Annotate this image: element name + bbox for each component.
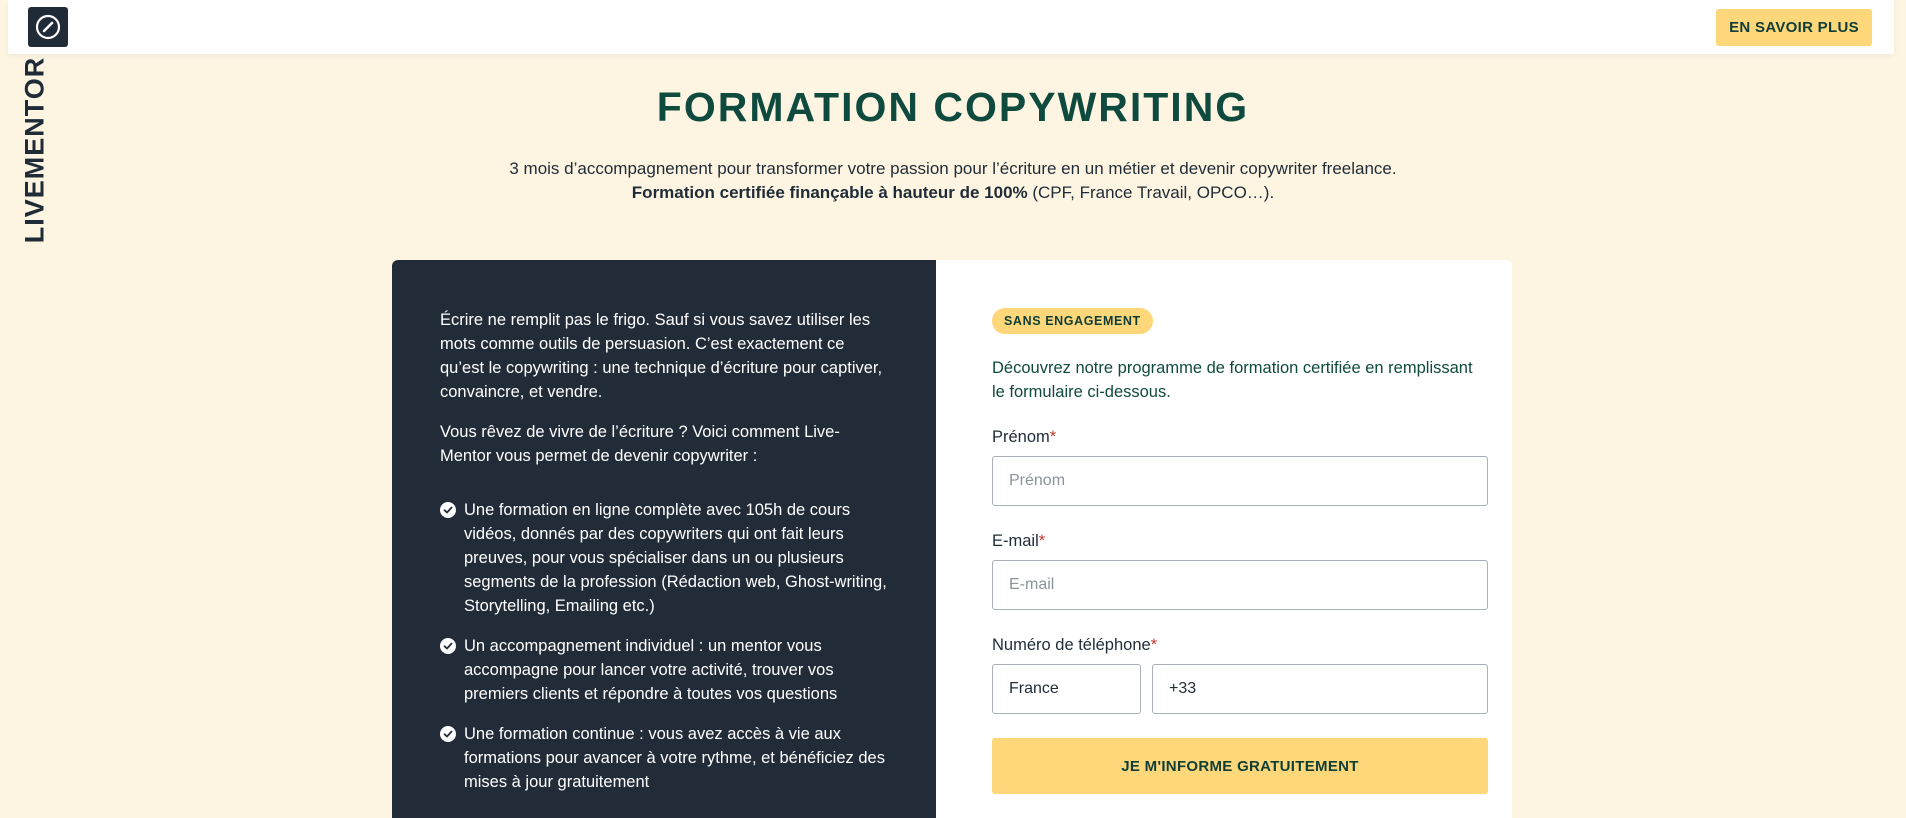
signup-form-panel: SANS ENGAGEMENT Découvrez notre programm… (936, 260, 1512, 818)
form-intro: Découvrez notre programme de formation c… (992, 359, 1473, 401)
check-circle-icon (440, 726, 456, 742)
phone-field: Numéro de téléphone* France (992, 636, 1488, 714)
country-select[interactable]: France (992, 664, 1141, 714)
page-title: FORMATION COPYWRITING (656, 84, 1250, 130)
benefit-text: Un accompagnement individuel : un mentor… (464, 637, 838, 703)
email-field: E-mail* (992, 532, 1488, 610)
first-name-label: Prénom* (992, 428, 1057, 446)
subtitle-rest: (CPF, France Travail, OPCO…). (1027, 183, 1275, 202)
hero-subtitle: 3 mois d’accompagnement pour transformer… (0, 157, 1906, 205)
submit-button[interactable]: JE M'INFORME GRATUITEMENT (992, 738, 1488, 794)
required-mark: * (1049, 428, 1057, 446)
benefit-text: Une formation continue : vous avez accès… (464, 725, 885, 791)
benefit-item: Un accompagnement individuel : un mentor… (440, 634, 888, 706)
compass-icon (35, 14, 61, 40)
benefit-item: Une formation continue : vous avez accès… (440, 722, 888, 794)
required-mark: * (1038, 532, 1046, 550)
program-description-panel: Écrire ne remplit pas le frigo. Sauf si … (392, 260, 936, 818)
description-paragraph: Vous rêvez de vivre de l’écriture ? Voic… (440, 423, 840, 465)
subtitle-line-2: Formation certifiée finançable à hauteur… (0, 181, 1906, 205)
check-circle-icon (440, 502, 456, 518)
benefit-text: Une formation en ligne complète avec 105… (464, 501, 887, 615)
benefits-list: Une formation en ligne complète avec 105… (440, 498, 888, 794)
phone-label: Numéro de téléphone* (992, 636, 1158, 654)
phone-row: France (992, 664, 1488, 714)
learn-more-button[interactable]: EN SAVOIR PLUS (1716, 9, 1872, 46)
no-commitment-badge: SANS ENGAGEMENT (992, 308, 1153, 334)
subtitle-bold: Formation certifiée finançable à hauteur… (631, 183, 1028, 202)
subtitle-line-1: 3 mois d’accompagnement pour transformer… (509, 159, 1397, 178)
first-name-input[interactable] (992, 456, 1488, 506)
description-paragraph: Écrire ne remplit pas le frigo. Sauf si … (440, 311, 883, 401)
check-circle-icon (440, 638, 456, 654)
email-label: E-mail* (992, 532, 1046, 550)
top-bar: EN SAVOIR PLUS (8, 0, 1894, 54)
logo[interactable] (28, 7, 68, 47)
required-mark: * (1150, 636, 1158, 654)
first-name-field: Prénom* (992, 428, 1488, 506)
phone-input[interactable] (1152, 664, 1488, 714)
email-input[interactable] (992, 560, 1488, 610)
benefit-item: Une formation en ligne complète avec 105… (440, 498, 888, 618)
